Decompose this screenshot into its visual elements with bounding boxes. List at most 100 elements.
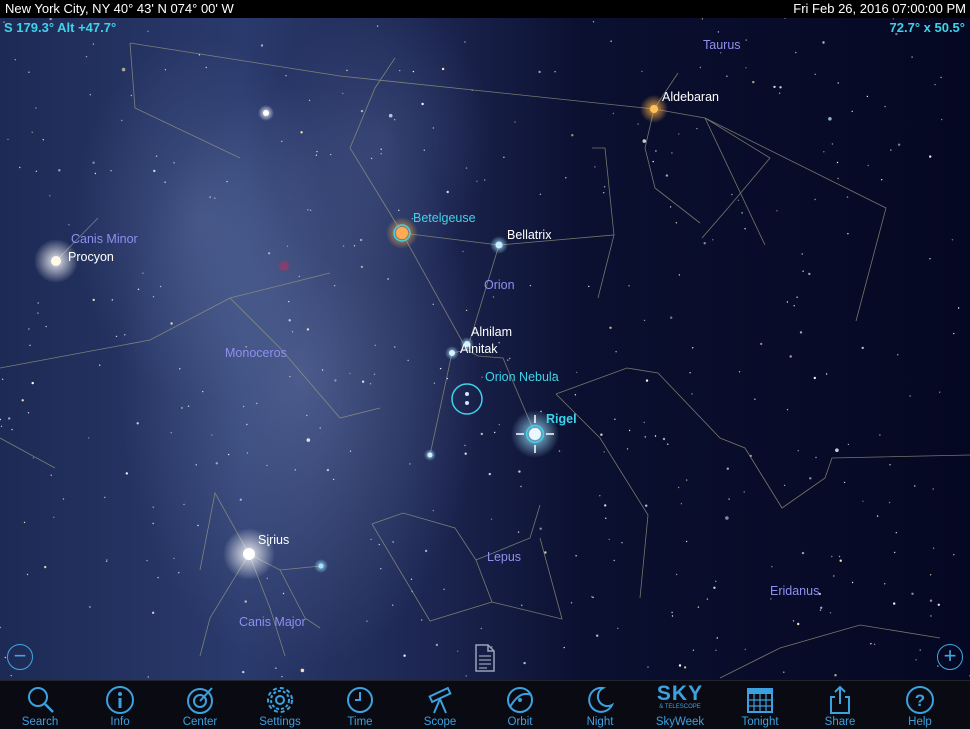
document-icon[interactable] — [474, 644, 496, 672]
zoom-out-button[interactable]: − — [7, 644, 33, 670]
toolbar-night-button[interactable]: Night — [560, 681, 640, 729]
background-star — [492, 296, 495, 298]
star-label-bellatrix[interactable]: Bellatrix — [507, 228, 551, 242]
background-star — [509, 357, 511, 360]
background-star — [554, 71, 556, 73]
lepus-line — [371, 523, 493, 622]
background-star — [480, 627, 483, 630]
toolbar-search-button[interactable]: Search — [0, 681, 80, 729]
background-star — [728, 498, 730, 500]
background-star — [808, 272, 811, 276]
background-star — [861, 346, 864, 350]
background-star — [799, 331, 803, 334]
background-star — [373, 373, 376, 375]
background-star — [626, 448, 629, 450]
background-star — [652, 160, 654, 163]
sirius-star — [243, 548, 255, 560]
background-star — [575, 555, 577, 557]
background-star — [833, 575, 835, 577]
star-label-alnilam[interactable]: Alnilam — [471, 325, 512, 339]
background-star — [307, 209, 309, 211]
background-star — [701, 18, 704, 20]
background-star — [773, 85, 776, 89]
star-label-procyon[interactable]: Procyon — [68, 250, 114, 264]
zoom-in-button[interactable]: + — [937, 644, 963, 670]
toolbar-scope-button[interactable]: Scope — [400, 681, 480, 729]
toolbar-label-share: Share — [824, 716, 856, 728]
background-star — [642, 139, 647, 143]
background-star — [738, 371, 741, 373]
toolbar-label-orbit: Orbit — [507, 716, 533, 728]
background-star — [801, 551, 805, 555]
datetime-readout[interactable]: Fri Feb 26, 2016 07:00:00 PM — [793, 0, 966, 18]
help-icon: ? — [906, 686, 934, 714]
star-label-aldebaran[interactable]: Aldebaran — [662, 90, 719, 104]
orion-line — [466, 244, 536, 435]
toolbar-label-skyweek: SkyWeek — [655, 716, 705, 728]
background-star — [665, 174, 669, 177]
background-star — [334, 379, 337, 382]
constellation-label-monoceros[interactable]: Monoceros — [225, 346, 287, 360]
background-star — [137, 288, 140, 290]
background-star — [105, 560, 108, 563]
toolbar-time-button[interactable]: Time — [320, 681, 400, 729]
background-star — [814, 73, 816, 75]
star-label-betelgeuse[interactable]: Betelgeuse — [413, 211, 476, 225]
star-label-alnitak[interactable]: Alnitak — [460, 342, 498, 356]
toolbar-tonight-button[interactable]: Tonight — [720, 681, 800, 729]
toolbar-info-button[interactable]: Info — [80, 681, 160, 729]
constellation-label-lepus[interactable]: Lepus — [487, 550, 521, 564]
background-star — [393, 119, 396, 121]
toolbar-help-button[interactable]: ? Help — [880, 681, 960, 729]
background-star — [836, 161, 839, 164]
background-star — [737, 199, 739, 201]
background-star — [398, 209, 400, 211]
constellation-label-canis-major[interactable]: Canis Major — [239, 615, 306, 629]
background-star — [42, 139, 44, 141]
star-label-rigel[interactable]: Rigel — [546, 412, 577, 426]
constellation-label-orion[interactable]: Orion — [484, 278, 515, 292]
star-label-sirius[interactable]: Sirius — [258, 533, 289, 547]
bellatrix-star — [495, 241, 503, 249]
background-star — [267, 252, 271, 255]
background-star — [897, 143, 901, 146]
orion-line — [401, 232, 468, 456]
toolbar-settings-button[interactable]: Settings — [240, 681, 320, 729]
background-star — [603, 192, 605, 194]
constellation-label-canis-minor[interactable]: Canis Minor — [71, 232, 138, 246]
sky-chart[interactable]: S 179.3° Alt +47.7° 72.7° x 50.5° Taurus… — [0, 18, 970, 680]
orion-line — [349, 57, 403, 234]
background-star — [592, 596, 594, 599]
toolbar-skyweek-button[interactable]: SKY & TELESCOPE SkyWeek — [640, 681, 720, 729]
alnitak-star — [449, 350, 455, 356]
background-star — [655, 150, 657, 152]
background-star — [164, 69, 167, 71]
background-star — [643, 421, 645, 424]
background-star — [53, 516, 55, 518]
background-star — [246, 423, 248, 426]
background-star — [612, 112, 615, 115]
toolbar-center-button[interactable]: Center — [160, 681, 240, 729]
background-star — [643, 319, 646, 322]
background-star — [828, 117, 832, 121]
background-star — [214, 197, 216, 199]
logo-text: SKY — [656, 682, 704, 705]
background-star — [712, 239, 714, 241]
background-star — [35, 170, 38, 172]
constellation-label-eridanus[interactable]: Eridanus — [770, 584, 819, 598]
toolbar-share-button[interactable]: Share — [800, 681, 880, 729]
nebula-label-orion-nebula[interactable]: Orion Nebula — [485, 370, 559, 384]
background-star — [563, 646, 565, 649]
logo-subtext: & TELESCOPE — [659, 704, 701, 710]
background-star — [246, 452, 249, 454]
background-star — [596, 634, 599, 637]
constellation-label-taurus[interactable]: Taurus — [703, 38, 741, 52]
background-star — [795, 51, 797, 54]
background-star — [792, 620, 795, 622]
background-star — [465, 309, 468, 312]
background-star — [838, 555, 841, 558]
background-star — [953, 332, 955, 335]
background-star — [911, 592, 914, 595]
toolbar-orbit-button[interactable]: Orbit — [480, 681, 560, 729]
background-star — [888, 501, 891, 504]
